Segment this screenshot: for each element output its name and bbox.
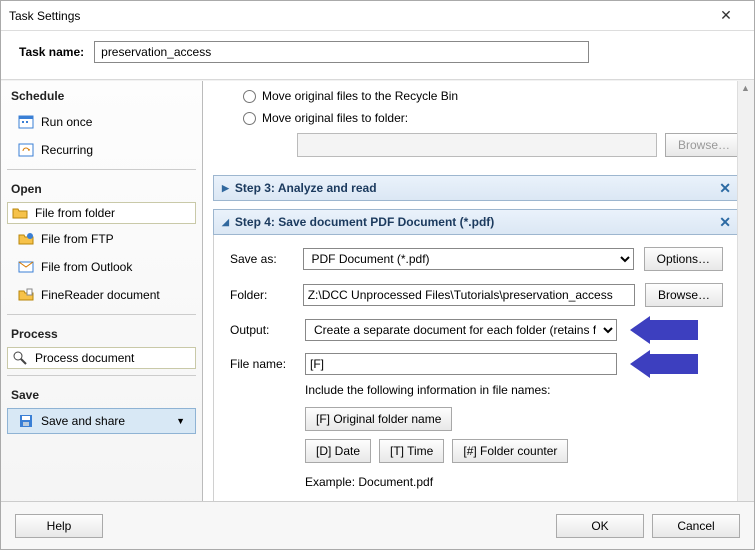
close-icon[interactable]: ✕ [719,180,731,197]
radio-move-to-recycle[interactable]: Move original files to the Recycle Bin [243,85,710,107]
sidebar-item-label: Run once [41,115,92,129]
help-button[interactable]: Help [15,514,103,538]
browse-button: Browse… [665,133,743,157]
folder-row: Folder: Browse… [230,283,723,307]
folder-icon [12,205,28,221]
sidebar-item-label: File from folder [35,206,115,220]
recurring-icon [18,142,34,158]
sidebar-item-file-from-folder[interactable]: File from folder [7,202,196,224]
ftp-icon [18,231,34,247]
sidebar-header-open: Open [1,176,202,200]
tag-counter-button[interactable]: [#] Folder counter [452,439,568,463]
task-name-label: Task name: [19,45,84,59]
titlebar: Task Settings ✕ [1,1,754,31]
step4-body: Save as: PDF Document (*.pdf) Options… F… [213,235,740,504]
sidebar: Schedule Run once Recurring Open File fr… [1,81,203,536]
sidebar-header-schedule: Schedule [1,83,202,107]
outlook-icon [18,259,34,275]
step3-title: Step 3: Analyze and read [235,181,377,195]
options-button[interactable]: Options… [644,247,723,271]
move-options: Move original files to the Recycle Bin M… [213,81,740,167]
disk-icon [18,413,34,429]
content-panel: Move original files to the Recycle Bin M… [203,81,754,536]
move-folder-row: Browse… [243,133,710,157]
tag-date-button[interactable]: [D] Date [305,439,371,463]
annotation-arrow-icon [630,350,698,378]
include-info-label: Include the following information in fil… [305,383,723,397]
sidebar-item-finereader-doc[interactable]: FineReader document [7,282,196,308]
step4-title: Step 4: Save document PDF Document (*.pd… [235,215,494,229]
output-select[interactable]: Create a separate document for each fold… [305,319,617,341]
calendar-icon [18,114,34,130]
saveas-label: Save as: [230,252,293,266]
sidebar-item-label: File from FTP [41,232,114,246]
sidebar-item-save-and-share[interactable]: Save and share ▼ [7,408,196,434]
chevron-down-icon: ▼ [176,416,185,426]
example-label: Example: Document.pdf [305,475,723,489]
filename-input[interactable] [305,353,617,375]
close-icon[interactable]: ✕ [706,7,746,24]
move-folder-input [297,133,657,157]
radio-label: Move original files to the Recycle Bin [262,89,458,103]
radio-input[interactable] [243,90,256,103]
annotation-arrow-icon [630,316,698,344]
tag-time-button[interactable]: [T] Time [379,439,444,463]
sidebar-item-file-from-outlook[interactable]: File from Outlook [7,254,196,280]
sidebar-header-process: Process [1,321,202,345]
window-title: Task Settings [9,9,706,23]
chevron-down-icon: ◢ [222,217,229,228]
folder-label: Folder: [230,288,293,302]
folder-input[interactable] [303,284,635,306]
document-icon [18,287,34,303]
step3-header[interactable]: ▶ Step 3: Analyze and read ✕ [213,175,740,201]
tag-original-folder-button[interactable]: [F] Original folder name [305,407,452,431]
divider [7,375,196,376]
sidebar-item-label: Recurring [41,143,93,157]
step4-header[interactable]: ◢ Step 4: Save document PDF Document (*.… [213,209,740,235]
sidebar-item-label: FineReader document [41,288,160,302]
sidebar-item-label: Process document [35,351,134,365]
sidebar-item-process-document[interactable]: Process document [7,347,196,369]
output-label: Output: [230,323,295,337]
scrollbar[interactable] [737,81,754,536]
dialog-footer: Help OK Cancel [1,501,754,549]
filename-row: File name: [230,353,723,375]
magnifier-icon [12,350,28,366]
sidebar-item-label: File from Outlook [41,260,132,274]
tag-button-row-2: [D] Date [T] Time [#] Folder counter [305,439,723,463]
sidebar-item-label: Save and share [41,414,125,428]
radio-input[interactable] [243,112,256,125]
close-icon[interactable]: ✕ [719,214,731,231]
radio-label: Move original files to folder: [262,111,408,125]
tag-button-row: [F] Original folder name [305,407,723,431]
sidebar-item-file-from-ftp[interactable]: File from FTP [7,226,196,252]
ok-button[interactable]: OK [556,514,644,538]
task-name-input[interactable] [94,41,589,63]
saveas-row: Save as: PDF Document (*.pdf) Options… [230,247,723,271]
cancel-button[interactable]: Cancel [652,514,740,538]
sidebar-item-recurring[interactable]: Recurring [7,137,196,163]
filename-label: File name: [230,357,295,371]
output-row: Output: Create a separate document for e… [230,319,723,341]
divider [7,314,196,315]
sidebar-header-save: Save [1,382,202,406]
saveas-select[interactable]: PDF Document (*.pdf) [303,248,634,270]
divider [7,169,196,170]
main-area: Schedule Run once Recurring Open File fr… [1,81,754,536]
chevron-right-icon: ▶ [222,183,229,194]
browse-button[interactable]: Browse… [645,283,723,307]
sidebar-item-runonce[interactable]: Run once [7,109,196,135]
radio-move-to-folder[interactable]: Move original files to folder: [243,107,710,129]
task-name-row: Task name: [1,31,754,79]
